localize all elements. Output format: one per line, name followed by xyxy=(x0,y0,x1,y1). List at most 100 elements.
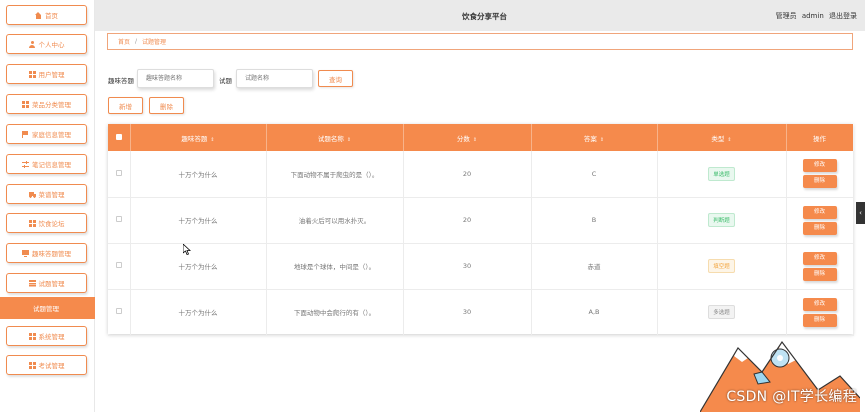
breadcrumb-home[interactable]: 首页 xyxy=(118,37,130,46)
sidebar-item-label: 趣味答题管理 xyxy=(32,250,71,258)
question-search-input[interactable] xyxy=(236,69,313,88)
sidebar-item-home[interactable]: 首页 xyxy=(6,5,87,25)
top-bar: 饮食分享平台 管理员 admin 退出登录 xyxy=(95,0,865,31)
cell-score: 30 xyxy=(403,289,532,335)
column-header-answer[interactable]: 答案 ⇕ xyxy=(531,124,658,151)
quiz-bank-search-input[interactable] xyxy=(137,69,214,88)
grid-icon xyxy=(28,332,36,340)
edit-button[interactable]: 修改 xyxy=(802,159,837,173)
column-header-score[interactable]: 分数 ⇕ xyxy=(403,124,532,151)
sort-icon[interactable]: ⇕ xyxy=(727,137,731,143)
cell-quiz-bank: 十万个为什么 xyxy=(130,289,267,335)
edit-button[interactable]: 修改 xyxy=(802,251,837,265)
sidebar-item-label: 首页 xyxy=(45,12,58,20)
type-badge: 判断题 xyxy=(708,213,735,227)
cell-quiz-bank: 十万个为什么 xyxy=(130,243,267,289)
home-icon xyxy=(35,11,42,19)
cell-question-name: 下面动物中会爬行的有（）。 xyxy=(266,289,404,335)
sidebar-item-notes[interactable]: 笔记信息管理 xyxy=(6,154,87,174)
cell-score: 20 xyxy=(403,151,532,197)
table-row: 十万个为什么 下面动物中会爬行的有（）。 30 A,B 多选题 修改 删除 xyxy=(108,289,854,335)
delete-button[interactable]: 删除 xyxy=(802,175,837,189)
batch-delete-button[interactable]: 删除 xyxy=(149,97,184,114)
breadcrumb-current: 试题管理 xyxy=(142,39,167,46)
sidebar-item-recipes[interactable]: 菜谱管理 xyxy=(6,184,87,204)
quiz-bank-label: 趣味答题 xyxy=(108,77,134,85)
row-checkbox[interactable] xyxy=(115,169,122,176)
cell-question-name: 油着火后可以用水扑灭。 xyxy=(266,197,404,243)
user-icon xyxy=(29,40,36,48)
database-icon xyxy=(28,279,36,287)
table-row: 十万个为什么 下面动物不属于爬虫的是（）。 20 C 单选题 修改 删除 xyxy=(108,151,854,197)
sidebar-item-label: 系统管理 xyxy=(38,333,65,341)
type-badge: 多选题 xyxy=(708,305,735,319)
mouse-cursor-icon xyxy=(183,244,191,255)
column-header-type[interactable]: 类型 ⇕ xyxy=(657,124,787,151)
grid-icon xyxy=(28,70,36,78)
sidebar-item-question-management-active[interactable]: 试题管理 xyxy=(0,297,95,319)
grid-icon xyxy=(28,361,36,369)
edit-button[interactable]: 修改 xyxy=(802,205,837,219)
watermark: CSDN @IT学长编程 xyxy=(726,389,857,405)
sidebar-item-label: 菜谱管理 xyxy=(38,191,65,199)
table-row: 十万个为什么 油着火后可以用水扑灭。 20 B 判断题 修改 删除 xyxy=(108,197,854,243)
sidebar-item-system-management[interactable]: 系统管理 xyxy=(6,326,87,346)
type-badge: 单选题 xyxy=(708,166,735,181)
sidebar-item-label: 用户管理 xyxy=(38,71,65,79)
sort-icon[interactable]: ⇕ xyxy=(600,137,604,143)
delete-button[interactable]: 删除 xyxy=(802,267,837,281)
cell-quiz-bank: 十万个为什么 xyxy=(130,151,267,197)
sidebar-item-label: 菜品分类管理 xyxy=(32,101,71,109)
row-checkbox[interactable] xyxy=(115,216,122,222)
query-button[interactable]: 查询 xyxy=(318,70,353,87)
cell-answer: B xyxy=(531,197,658,243)
row-checkbox[interactable] xyxy=(115,262,122,268)
app-title: 饮食分享平台 xyxy=(462,12,507,21)
row-checkbox[interactable] xyxy=(115,308,122,314)
logout-link[interactable]: 退出登录 xyxy=(829,12,857,20)
delete-button[interactable]: 删除 xyxy=(802,313,837,327)
grid-icon xyxy=(28,219,36,227)
monitor-icon xyxy=(22,249,29,257)
sidebar-item-quiz-management[interactable]: 趣味答题管理 xyxy=(6,243,87,263)
sort-icon[interactable]: ⇕ xyxy=(473,137,477,143)
sidebar-item-user-management[interactable]: 用户管理 xyxy=(6,64,87,84)
sidebar-item-label: 饮食论坛 xyxy=(38,220,65,228)
question-label: 试题 xyxy=(219,77,232,85)
sidebar-item-label: 家庭信息管理 xyxy=(32,131,71,139)
cell-answer: 赤道 xyxy=(531,243,658,289)
column-header-quiz-bank[interactable]: 趣味答题 ⇕ xyxy=(130,124,267,151)
select-all-checkbox[interactable] xyxy=(115,133,122,140)
sidebar-item-label: 个人中心 xyxy=(38,41,65,49)
sidebar: 首页 个人中心 用户管理 菜品分类管理 家庭信息管理 笔记信息管理 菜谱管理 饮… xyxy=(0,0,95,412)
sliders-icon xyxy=(22,160,29,168)
user-role: 管理员 xyxy=(775,12,797,20)
column-header-question-name[interactable]: 试题名称 ⇕ xyxy=(266,124,404,151)
user-area: 管理员 admin 退出登录 xyxy=(773,11,857,21)
breadcrumb-separator: / xyxy=(135,38,138,45)
sidebar-item-family-info[interactable]: 家庭信息管理 xyxy=(6,124,87,144)
sidebar-item-label: 试题管理 xyxy=(33,305,59,313)
sidebar-item-forum[interactable]: 饮食论坛 xyxy=(6,213,87,233)
table-row: 十万个为什么 地球是个球体，中间是（）。 30 赤道 填空题 修改 删除 xyxy=(108,243,854,289)
cell-question-name: 地球是个球体，中间是（）。 xyxy=(266,243,404,289)
collapse-handle[interactable]: ‹ xyxy=(856,202,865,224)
add-button[interactable]: 新增 xyxy=(108,97,143,114)
sidebar-item-question-management[interactable]: 试题管理 xyxy=(6,273,87,293)
cell-answer: A,B xyxy=(531,289,658,335)
sidebar-item-dish-category[interactable]: 菜品分类管理 xyxy=(6,94,87,114)
truck-icon xyxy=(28,190,36,198)
edit-button[interactable]: 修改 xyxy=(802,297,837,311)
select-all-cell[interactable] xyxy=(108,124,131,151)
cell-score: 30 xyxy=(403,243,532,289)
sidebar-item-label: 笔记信息管理 xyxy=(32,161,71,169)
table-header-row: 趣味答题 ⇕ 试题名称 ⇕ 分数 ⇕ 答案 ⇕ 类型 ⇕ 操作 xyxy=(108,124,854,151)
type-badge: 填空题 xyxy=(708,259,735,273)
sort-icon[interactable]: ⇕ xyxy=(347,137,351,143)
sort-icon[interactable]: ⇕ xyxy=(210,137,214,143)
sidebar-item-personal-center[interactable]: 个人中心 xyxy=(6,34,87,54)
delete-button[interactable]: 删除 xyxy=(802,221,837,235)
cell-quiz-bank: 十万个为什么 xyxy=(130,197,267,243)
cell-score: 20 xyxy=(403,197,532,243)
sidebar-item-exam-management[interactable]: 考试管理 xyxy=(6,355,87,375)
